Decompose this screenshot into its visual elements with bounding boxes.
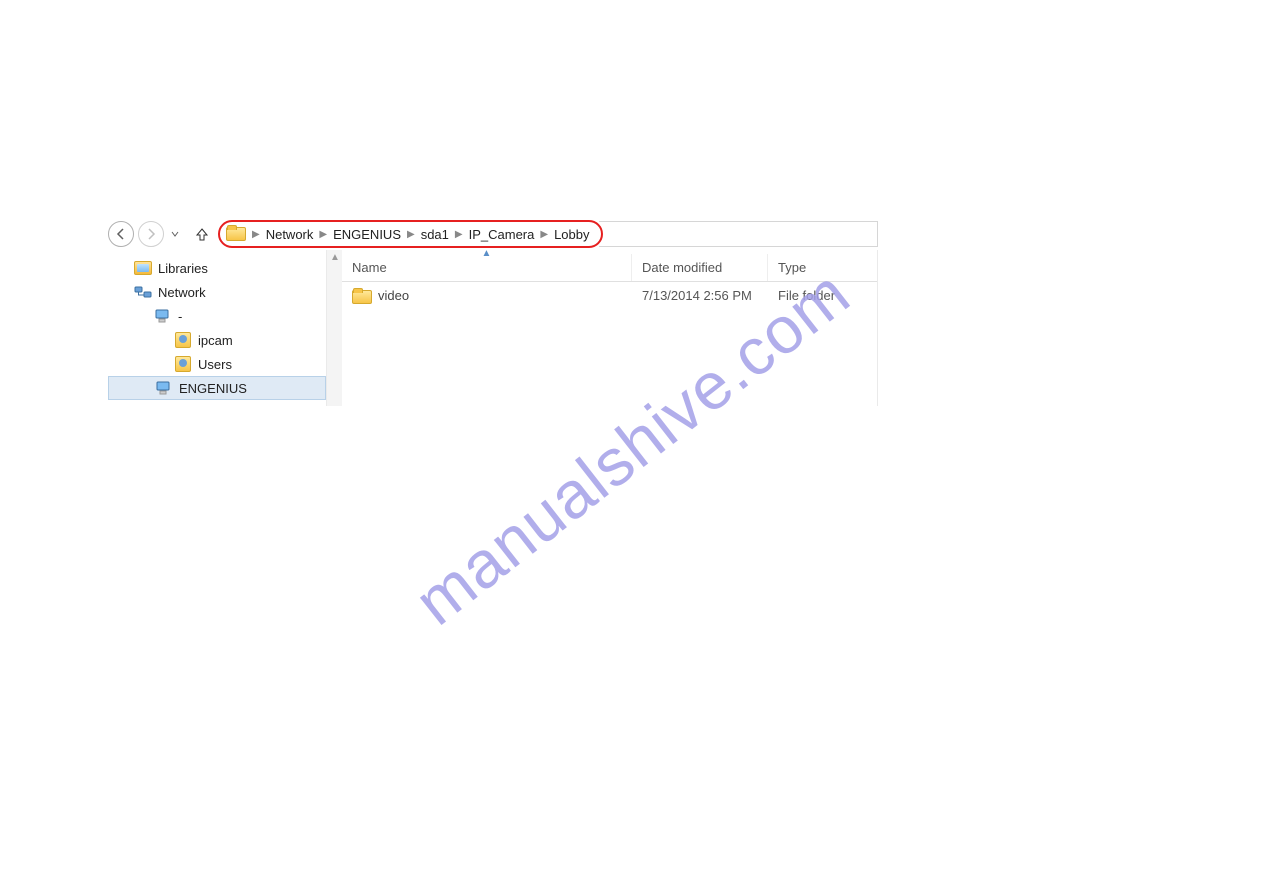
navigation-tree: Libraries Network - ipcam Users [108,250,326,406]
breadcrumb-separator-icon: ▶ [248,229,264,240]
libraries-icon [134,259,152,277]
tree-scrollbar[interactable]: ▲ [326,250,342,406]
breadcrumb-separator-icon: ▶ [451,229,467,240]
tree-label: ENGENIUS [179,381,247,396]
breadcrumb-ipcamera[interactable]: IP_Camera [467,227,537,242]
explorer-window: ▶ Network ▶ ENGENIUS ▶ sda1 ▶ IP_Camera … [108,218,878,406]
address-bar[interactable]: ▶ Network ▶ ENGENIUS ▶ sda1 ▶ IP_Camera … [218,220,603,248]
breadcrumb-separator-icon: ▶ [403,229,419,240]
tree-label: ipcam [198,333,233,348]
tree-dash-pc[interactable]: - [108,304,326,328]
up-button[interactable] [192,227,212,241]
cell-type: File folder [768,288,868,303]
tree-label: Libraries [158,261,208,276]
up-arrow-icon [195,227,209,241]
back-button[interactable] [108,221,134,247]
computer-icon [154,307,172,325]
breadcrumb-network[interactable]: Network [264,227,316,242]
tree-label: - [178,309,182,324]
tree-engenius[interactable]: ENGENIUS [108,376,326,400]
user-folder-icon [174,331,192,349]
tree-libraries[interactable]: Libraries [108,256,326,280]
file-list: ▲ Name Date modified Type video 7/13/201… [342,250,877,406]
tree-ipcam[interactable]: ipcam [108,328,326,352]
forward-button[interactable] [138,221,164,247]
recent-locations-dropdown[interactable] [168,230,182,238]
tree-label: Users [198,357,232,372]
forward-arrow-icon [145,228,157,240]
cell-date: 7/13/2014 2:56 PM [632,288,768,303]
cell-name: video [342,288,632,303]
folder-icon [352,288,370,302]
column-label: Name [352,260,387,275]
breadcrumb-sda1[interactable]: sda1 [419,227,451,242]
tree-label: Network [158,285,206,300]
nav-row: ▶ Network ▶ ENGENIUS ▶ sda1 ▶ IP_Camera … [108,218,878,250]
explorer-body: Libraries Network - ipcam Users [108,250,878,406]
scroll-up-icon: ▲ [330,252,340,262]
address-folder-icon [226,225,244,243]
breadcrumb-lobby[interactable]: Lobby [552,227,591,242]
sort-ascending-icon: ▲ [482,248,492,259]
back-arrow-icon [115,228,127,240]
breadcrumb-engenius[interactable]: ENGENIUS [331,227,403,242]
computer-icon [155,379,173,397]
user-folder-icon [174,355,192,373]
column-label: Type [778,260,806,275]
address-bar-extension [599,221,878,247]
tree-network[interactable]: Network [108,280,326,304]
column-header-type[interactable]: Type [768,254,868,281]
column-headers: ▲ Name Date modified Type [342,254,877,282]
tree-users[interactable]: Users [108,352,326,376]
file-name: video [378,288,409,303]
column-label: Date modified [642,260,722,275]
network-icon [134,283,152,301]
chevron-down-icon [171,230,179,238]
list-item[interactable]: video 7/13/2014 2:56 PM File folder [342,282,877,308]
column-header-name[interactable]: ▲ Name [342,254,632,281]
column-header-date[interactable]: Date modified [632,254,768,281]
breadcrumb-separator-icon: ▶ [315,229,331,240]
breadcrumb-separator-icon: ▶ [536,229,552,240]
